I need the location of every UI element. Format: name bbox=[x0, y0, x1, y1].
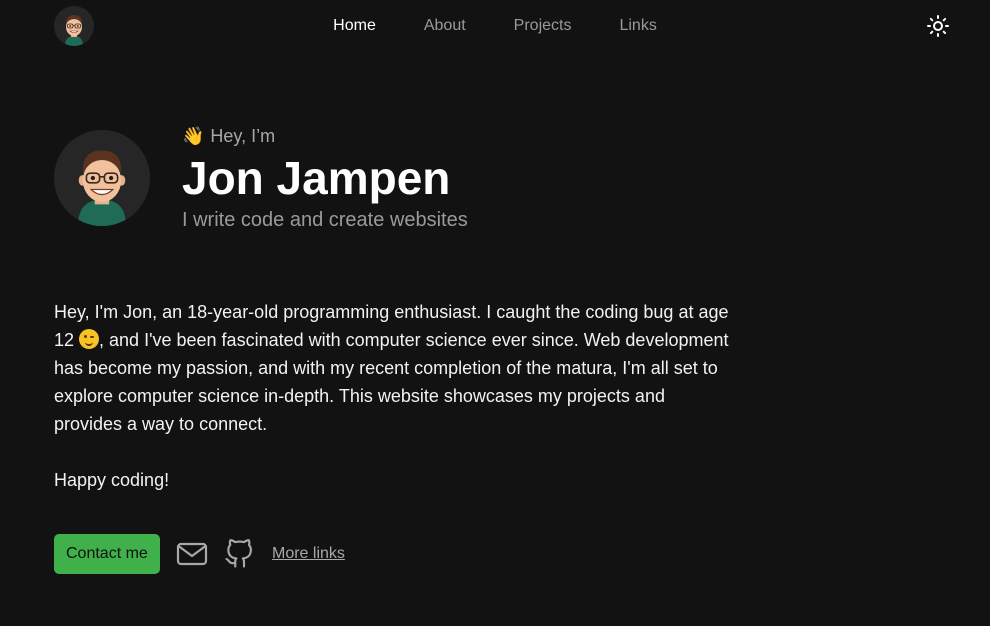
hero-greeting: 👋 Hey, I’m bbox=[182, 124, 275, 148]
main-nav: Home About Projects Links bbox=[0, 16, 990, 36]
contact-button[interactable]: Contact me bbox=[54, 534, 160, 574]
bio-paragraph: Hey, I'm Jon, an 18-year-old programming… bbox=[54, 298, 734, 438]
github-icon[interactable] bbox=[224, 538, 254, 570]
hero-tagline: I write code and create websites bbox=[182, 209, 468, 231]
nav-link-about[interactable]: About bbox=[400, 16, 490, 36]
sun-icon bbox=[927, 15, 949, 37]
winking-face-icon bbox=[79, 329, 100, 349]
bio-section: Hey, I'm Jon, an 18-year-old programming… bbox=[54, 298, 734, 494]
nav-link-home[interactable]: Home bbox=[309, 16, 400, 36]
profile-avatar bbox=[54, 130, 150, 226]
more-links-link[interactable]: More links bbox=[272, 544, 345, 564]
waving-hand-icon: 👋 bbox=[182, 126, 205, 146]
nav-link-projects[interactable]: Projects bbox=[490, 16, 596, 36]
theme-toggle-button[interactable] bbox=[926, 14, 950, 38]
page-title: Jon Jampen bbox=[182, 152, 451, 204]
mail-icon[interactable] bbox=[176, 540, 208, 568]
bio-text-part-2: , and I've been fascinated with computer… bbox=[54, 330, 729, 434]
nav-link-links[interactable]: Links bbox=[595, 16, 680, 36]
page: Home About Projects Links 👋 Hey, I’m Jon… bbox=[0, 0, 990, 626]
bio-signoff: Happy coding! bbox=[54, 470, 170, 490]
greeting-text: Hey, I’m bbox=[210, 126, 276, 146]
